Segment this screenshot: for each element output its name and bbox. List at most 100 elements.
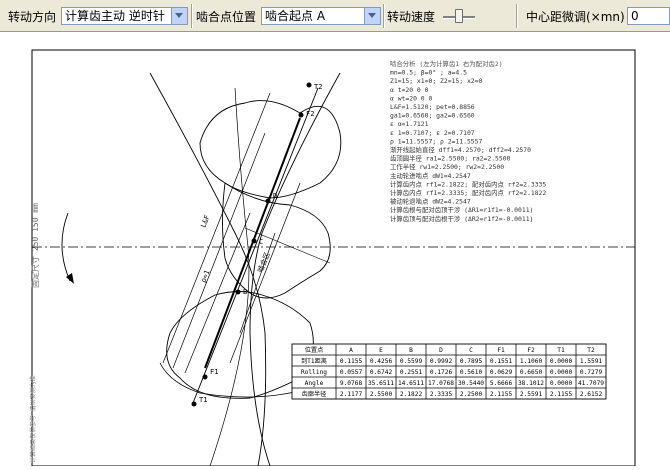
footer-note: 计算结果仅供参考 请以实测为准 [29,375,37,463]
analysis-line: mn=0.5; β=0° ; a=4.5 [390,69,467,77]
table-cell-text: 0.7895 [460,358,483,365]
point-b-marker [235,289,241,295]
table-cell-text: 30.5440 [458,380,484,387]
table-cell-text: 0.5599 [400,358,423,365]
table-cell-text: 2.2500 [460,391,483,398]
toolbar-separator [191,4,193,28]
table-cell-text: 2.5591 [520,391,543,398]
table-cell-text: 2.5500 [370,391,393,398]
analysis-line: 啮合分析 (左为计算齿1 右为配对齿2) [390,59,503,68]
table-cell-text: 到T1距离 [301,357,327,365]
table-cell-text: 2.1177 [340,391,363,398]
mesh-point-label: 啮合点位置 [196,10,257,24]
table-header-cell: T2 [587,347,595,354]
analysis-line: 渐开线起始直径 dff1=4.2570; dff2=4.2570 [390,145,531,154]
table-header-cell: 位置点 [305,346,324,354]
center-distance-label: 中心距微调(×mn) [526,10,625,24]
table-header-cell: D [439,347,443,354]
point-c-marker [251,238,257,244]
table-cell-text: 0.6742 [370,369,393,376]
analysis-line: ε 1=0.7107; ε 2=0.7107 [390,129,475,137]
results-table: 位置点 A E B D C F1 F2 T1 T2 到T1距离 0.1155 0.4256 0.5599 0… [291,343,607,400]
toolbar: 转动方向 计算齿主动 逆时针 啮合点位置 啮合起点 A 转动速度 中心距微调(×… [0,0,670,32]
table-cell-text: 35.6511 [368,380,394,387]
chevron-down-icon[interactable] [171,8,187,24]
table-cell-text: 2.3335 [430,391,453,398]
point-f1-marker [202,374,208,380]
analysis-line: 主动轮进啮点 dW1=4.2547 [390,171,471,180]
table-header-cell: F2 [527,347,535,354]
table-cell-text: 0.4256 [370,358,393,365]
analysis-line: 齿顶圆半径 ra1=2.5500; ra2=2.5500 [390,154,511,163]
table-cell-text: 9.0768 [340,380,363,387]
analysis-line: 工作半径 rw1=2.2500; rw2=2.2500 [390,162,504,171]
table-cell-text: Angle [305,380,324,387]
side-dimension-text: 固定尺寸 250 150 mm [30,203,40,288]
table-header-cell: T1 [557,347,565,354]
point-c-label: C [259,238,263,246]
analysis-line: α t=20 0 0 [390,86,429,94]
table-cell-text: 0.1155 [340,358,363,365]
table-cell-text: 0.0000 [550,358,573,365]
table-cell-text: 0.5610 [460,369,483,376]
table-cell-text: Rolling [301,369,327,376]
center-distance-input[interactable]: 0 [627,7,670,25]
point-t1-marker [191,401,197,407]
direction-select-value: 计算齿主动 逆时针 [65,9,165,23]
table-cell-text: 0.6650 [520,369,543,376]
table-cell-text: 0.2551 [400,369,423,376]
table-cell-text: 0.1551 [490,358,513,365]
table-cell-text: 0.9992 [430,358,453,365]
analysis-line: ρ 1=11.5557; ρ 2=11.5557 [390,137,482,145]
analysis-line: Z1=15; x1=0; Z2=15; x2=0 [390,77,482,85]
analysis-line: 计算齿顶与配对齿根干涉 (ΔR2=r1f2=-0.0011) [390,214,533,223]
table-cell-text: 5.6666 [490,380,513,387]
table-cell-text: 17.0768 [428,380,454,387]
toolbar-separator [383,4,385,28]
table-header-cell: A [349,347,353,354]
table-cell-text: 2.1155 [490,391,513,398]
analysis-line: ga1=0.6560; ga2=0.6560 [390,112,475,120]
table-header-cell: F1 [497,347,505,354]
mesh-point-select[interactable]: 啮合起点 A [261,7,381,25]
analysis-line: ε α=1.7121 [390,120,429,128]
table-cell-text: 0.1726 [430,369,453,376]
analysis-line: 被动轮退啮点 dW2=4.2547 [390,197,471,206]
analysis-line: L&F=1.5120; pet=0.8856 [390,103,475,111]
point-d-marker [265,198,271,204]
speed-label: 转动速度 [387,10,436,24]
table-header-cell: B [409,347,413,354]
table-cell-text: 38.1012 [518,380,544,387]
analysis-line: 计算齿内点 rf1=2.1822; 配对齿内点 rf2=2.3335 [390,179,546,188]
slider-thumb[interactable] [455,9,463,23]
table-cell-text: 0.0000 [550,369,573,376]
point-t1-label: T1 [199,396,207,404]
drawing-frame [31,49,636,467]
point-d-label: D [273,192,277,200]
table-cell-text: 1.1060 [520,358,543,365]
table-cell-text: 0.0629 [490,369,513,376]
mesh-point-select-value: 啮合起点 A [265,9,326,23]
table-cell-text: 1.5591 [580,358,603,365]
direction-select[interactable]: 计算齿主动 逆时针 [61,7,188,25]
drawing-canvas: 固定尺寸 250 150 mm 计算结果仅供参考 请以实测为准 L&F ρ=1 … [0,33,670,467]
point-f2-label: F2 [306,110,314,118]
chevron-down-icon[interactable] [364,8,380,24]
analysis-line: α wt=20 0 0 [390,94,432,102]
table-cell-text: 2.1822 [400,391,423,398]
table-cell-text: 41.7079 [578,380,604,387]
table-header-cell: C [469,347,473,354]
gear-mesh-drawing: 固定尺寸 250 150 mm 计算结果仅供参考 请以实测为准 L&F ρ=1 … [29,49,636,467]
speed-slider[interactable] [441,6,477,26]
analysis-line: 计算齿根与配对齿顶干涉 (ΔR1=r1f1=-0.0011) [390,205,533,214]
table-cell-text: 0.0557 [340,369,363,376]
table-cell-text: 2.6152 [580,391,603,398]
table-cell-text: 0.7279 [580,369,603,376]
table-cell-text: 14.6511 [398,380,424,387]
table-header-cell: E [379,347,383,354]
point-t2-marker [306,82,312,88]
direction-label: 转动方向 [8,10,57,24]
toolbar-separator [516,4,518,28]
point-b-label: B [243,288,247,296]
table-cell-text: 2.1155 [550,391,573,398]
